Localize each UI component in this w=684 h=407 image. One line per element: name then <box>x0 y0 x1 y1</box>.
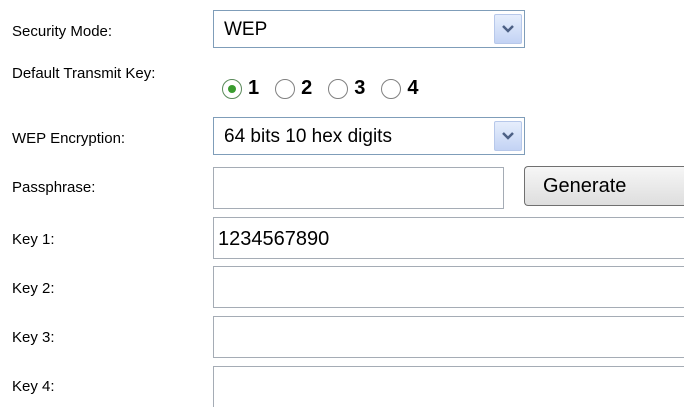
key-2-label: Key 2: <box>12 280 55 297</box>
key-4-label: Key 4: <box>12 378 55 395</box>
security-mode-select[interactable]: WEP <box>213 10 525 48</box>
transmit-key-option-3: 3 <box>354 77 366 99</box>
transmit-key-radio-1[interactable] <box>222 78 242 99</box>
transmit-key-radio-2[interactable] <box>275 78 296 99</box>
chevron-down-icon[interactable] <box>494 121 522 151</box>
wep-encryption-value: 64 bits 10 hex digits <box>224 126 392 147</box>
security-mode-label: Security Mode: <box>12 23 113 40</box>
key-2-input[interactable] <box>213 266 684 308</box>
key-3-input[interactable] <box>213 316 684 358</box>
key-1-input[interactable]: 1234567890 <box>213 217 684 259</box>
passphrase-input[interactable] <box>213 167 504 209</box>
wep-encryption-select[interactable]: 64 bits 10 hex digits <box>213 117 525 155</box>
key-4-input[interactable] <box>213 366 684 407</box>
generate-button[interactable]: Generate <box>524 166 684 206</box>
chevron-down-icon[interactable] <box>494 14 522 44</box>
transmit-key-radio-group: 1 2 3 4 <box>222 77 435 100</box>
transmit-key-option-1: 1 <box>248 77 260 99</box>
passphrase-label: Passphrase: <box>12 179 96 196</box>
security-mode-value: WEP <box>224 19 268 40</box>
wep-encryption-label: WEP Encryption: <box>12 130 126 147</box>
transmit-key-radio-3[interactable] <box>328 78 349 99</box>
transmit-key-option-4: 4 <box>407 77 419 99</box>
key-1-label: Key 1: <box>12 231 55 248</box>
transmit-key-option-2: 2 <box>301 77 313 99</box>
key-3-label: Key 3: <box>12 329 55 346</box>
default-transmit-key-label: Default Transmit Key: <box>12 65 156 82</box>
transmit-key-radio-4[interactable] <box>381 78 402 99</box>
key-1-value: 1234567890 <box>218 228 330 250</box>
